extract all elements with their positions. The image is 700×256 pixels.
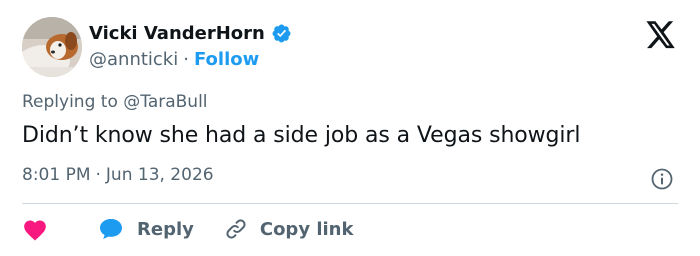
reply-label: Reply — [137, 218, 194, 240]
tweet-actions: Reply Copy link — [22, 214, 353, 244]
tweet-card: Vicki VanderHorn @annticki · Follow Repl… — [0, 0, 700, 256]
reply-context-prefix: Replying to — [22, 92, 118, 112]
chat-bubble-icon — [98, 217, 137, 241]
author-name-row: Vicki VanderHorn — [89, 20, 292, 46]
heart-icon — [22, 217, 48, 241]
timestamp-separator: · — [95, 165, 101, 185]
reply-context: Replying to @TaraBull — [22, 92, 208, 112]
x-logo-icon[interactable] — [646, 21, 676, 49]
author-handle[interactable]: @annticki — [89, 49, 178, 70]
reply-button[interactable]: Reply — [98, 217, 194, 241]
avatar-image — [22, 17, 82, 77]
avatar[interactable] — [22, 17, 82, 77]
author-handle-row: @annticki · Follow — [89, 47, 259, 71]
tweet-date: Jun 13, 2026 — [105, 165, 214, 185]
copy-link-button[interactable]: Copy link — [224, 217, 354, 241]
like-button[interactable] — [22, 217, 48, 241]
link-icon — [224, 217, 260, 241]
verified-badge-icon — [271, 23, 292, 44]
follow-button[interactable]: Follow — [194, 49, 259, 70]
copy-link-label: Copy link — [259, 218, 354, 240]
tweet-time: 8:01 PM — [22, 165, 91, 185]
tweet-timestamp[interactable]: 8:01 PM · Jun 13, 2026 — [22, 165, 214, 185]
reply-mention-link[interactable]: @TaraBull — [123, 92, 207, 112]
handle-separator: · — [183, 48, 189, 70]
divider — [22, 203, 678, 204]
tweet-text: Didn’t know she had a side job as a Vega… — [22, 123, 581, 148]
info-icon[interactable] — [650, 167, 674, 191]
author-display-name[interactable]: Vicki VanderHorn — [89, 23, 265, 44]
